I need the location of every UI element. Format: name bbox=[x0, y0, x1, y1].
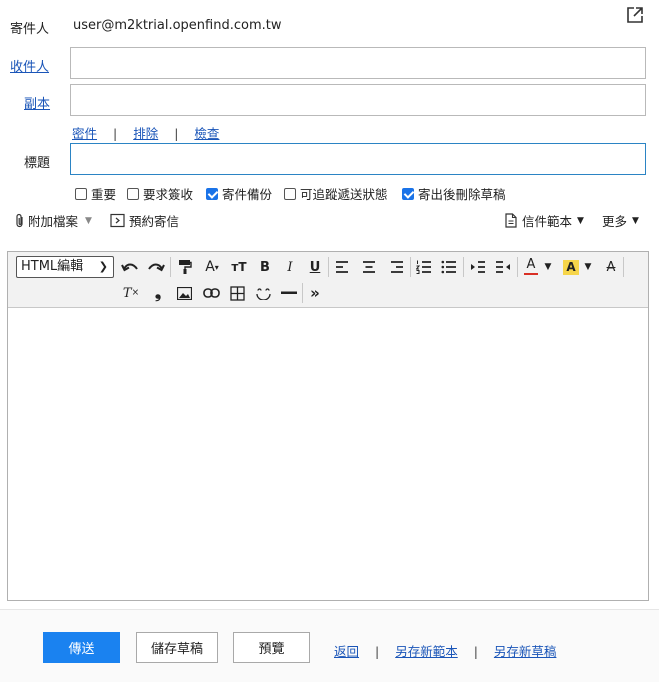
option-delete-draft[interactable]: 寄出後刪除草稿 bbox=[402, 184, 506, 203]
align-right-icon[interactable] bbox=[387, 257, 407, 277]
outdent-icon[interactable] bbox=[493, 257, 513, 277]
ordered-list-icon[interactable] bbox=[414, 257, 434, 277]
text-color-letter: A bbox=[526, 256, 536, 272]
italic-icon[interactable]: I bbox=[280, 257, 300, 277]
clear-format-icon[interactable]: T × bbox=[121, 283, 141, 303]
toolbar-divider bbox=[328, 257, 329, 277]
save-draft-button[interactable]: 儲存草稿 bbox=[136, 632, 218, 663]
highlight-swatch: A bbox=[563, 259, 579, 275]
recipient-links: 密件 | 排除 | 檢查 bbox=[72, 123, 219, 142]
more-label: 更多 bbox=[602, 214, 628, 229]
editor-mode-value: HTML編輯 bbox=[21, 259, 84, 274]
undo-icon[interactable] bbox=[120, 257, 140, 277]
attach-button[interactable]: 附加檔案 ▼ bbox=[15, 211, 92, 230]
backup-checkbox[interactable] bbox=[206, 188, 218, 200]
indent-icon[interactable] bbox=[468, 257, 488, 277]
template-label: 信件範本 bbox=[522, 214, 573, 229]
to-field[interactable] bbox=[70, 47, 646, 79]
horizontal-rule-icon[interactable] bbox=[279, 283, 299, 303]
schedule-button[interactable]: 預約寄信 bbox=[110, 211, 179, 230]
redo-icon[interactable] bbox=[146, 257, 166, 277]
important-label: 重要 bbox=[91, 187, 117, 202]
cc-field[interactable] bbox=[70, 84, 646, 116]
chevron-down-icon: ▼ bbox=[85, 215, 92, 226]
toolbar-divider bbox=[302, 283, 303, 303]
remove-format-size-icon[interactable]: ᴛT bbox=[229, 257, 249, 277]
attach-label: 附加檔案 bbox=[28, 214, 79, 229]
toolbar-divider bbox=[623, 257, 624, 277]
separator: | bbox=[473, 644, 478, 659]
strikethrough-icon[interactable]: A bbox=[601, 257, 621, 277]
request-receipt-checkbox[interactable] bbox=[127, 188, 139, 200]
emoji-icon[interactable] bbox=[253, 283, 273, 303]
separator: | bbox=[174, 126, 179, 141]
subject-label: 標題 bbox=[24, 156, 51, 171]
delete-draft-checkbox[interactable] bbox=[402, 188, 414, 200]
bold-icon[interactable]: B bbox=[255, 257, 275, 277]
toolbar-divider bbox=[517, 257, 518, 277]
editor-body[interactable] bbox=[8, 309, 648, 600]
back-link[interactable]: 返回 bbox=[334, 644, 359, 659]
save-template-link[interactable]: 另存新範本 bbox=[395, 644, 458, 659]
chevron-down-icon: ▼ bbox=[577, 215, 584, 226]
toolbar-divider bbox=[463, 257, 464, 277]
send-button[interactable]: 傳送 bbox=[43, 632, 120, 663]
track-checkbox[interactable] bbox=[284, 188, 296, 200]
footer-links: 返回 | 另存新範本 | 另存新草稿 bbox=[334, 641, 556, 660]
preview-button[interactable]: 預覽 bbox=[233, 632, 310, 663]
backup-label: 寄件備份 bbox=[222, 187, 273, 202]
request-receipt-label: 要求簽收 bbox=[143, 187, 194, 202]
save-new-draft-link[interactable]: 另存新草稿 bbox=[494, 644, 557, 659]
track-label: 可追蹤遞送狀態 bbox=[300, 187, 388, 202]
font-size-icon[interactable]: A ▾ bbox=[200, 257, 224, 277]
chevron-down-icon[interactable]: ▼ bbox=[542, 257, 554, 277]
sender-address: user@m2ktrial.openfind.com.tw bbox=[73, 18, 282, 33]
editor-mode-select[interactable]: HTML編輯 ❯ bbox=[16, 256, 114, 278]
toolbar-divider bbox=[410, 257, 411, 277]
option-important[interactable]: 重要 bbox=[75, 184, 116, 203]
format-painter-icon[interactable] bbox=[175, 257, 195, 277]
more-tools-icon[interactable]: » bbox=[305, 283, 325, 303]
text-color-icon[interactable]: A bbox=[521, 256, 541, 276]
schedule-label: 預約寄信 bbox=[129, 214, 180, 229]
subject-field[interactable] bbox=[70, 143, 646, 175]
delete-draft-label: 寄出後刪除草稿 bbox=[418, 187, 506, 202]
separator: | bbox=[113, 126, 118, 141]
option-request-receipt[interactable]: 要求簽收 bbox=[127, 184, 193, 203]
chevron-down-icon: ❯ bbox=[98, 260, 108, 273]
popout-icon[interactable] bbox=[626, 6, 644, 24]
toolbar-divider bbox=[170, 257, 171, 277]
schedule-icon bbox=[110, 213, 125, 228]
highlight-color-icon[interactable]: A bbox=[561, 257, 581, 277]
unordered-list-icon[interactable] bbox=[439, 257, 459, 277]
option-backup[interactable]: 寄件備份 bbox=[206, 184, 272, 203]
separator: | bbox=[375, 644, 380, 659]
template-button[interactable]: 信件範本 ▼ bbox=[505, 211, 584, 230]
editor: HTML編輯 ❯ A ▾ ᴛT B I U A ▼ A ▼ A T × ❟ » bbox=[7, 251, 649, 601]
image-icon[interactable] bbox=[174, 283, 194, 303]
underline-icon[interactable]: U bbox=[305, 257, 325, 277]
chevron-down-icon: ▼ bbox=[632, 215, 639, 226]
chevron-down-icon[interactable]: ▼ bbox=[582, 257, 594, 277]
quote-icon[interactable]: ❟ bbox=[148, 283, 168, 303]
footer-bar: 傳送 儲存草稿 預覽 返回 | 另存新範本 | 另存新草稿 bbox=[0, 609, 659, 682]
sender-label: 寄件人 bbox=[10, 22, 50, 37]
align-left-icon[interactable] bbox=[332, 257, 352, 277]
more-button[interactable]: 更多 ▼ bbox=[602, 211, 639, 230]
paperclip-icon bbox=[15, 213, 25, 228]
link-icon[interactable] bbox=[201, 283, 221, 303]
text-color-swatch bbox=[524, 272, 538, 275]
table-icon[interactable] bbox=[227, 283, 247, 303]
to-label-link[interactable]: 收件人 bbox=[10, 56, 49, 75]
important-checkbox[interactable] bbox=[75, 188, 87, 200]
cc-label-link[interactable]: 副本 bbox=[24, 93, 50, 112]
exclude-link[interactable]: 排除 bbox=[133, 126, 158, 141]
bcc-link[interactable]: 密件 bbox=[72, 126, 97, 141]
check-link[interactable]: 檢查 bbox=[194, 126, 219, 141]
editor-toolbar: HTML編輯 ❯ A ▾ ᴛT B I U A ▼ A ▼ A T × ❟ » bbox=[8, 252, 648, 308]
document-icon bbox=[505, 213, 517, 228]
option-track[interactable]: 可追蹤遞送狀態 bbox=[284, 184, 388, 203]
align-center-icon[interactable] bbox=[359, 257, 379, 277]
